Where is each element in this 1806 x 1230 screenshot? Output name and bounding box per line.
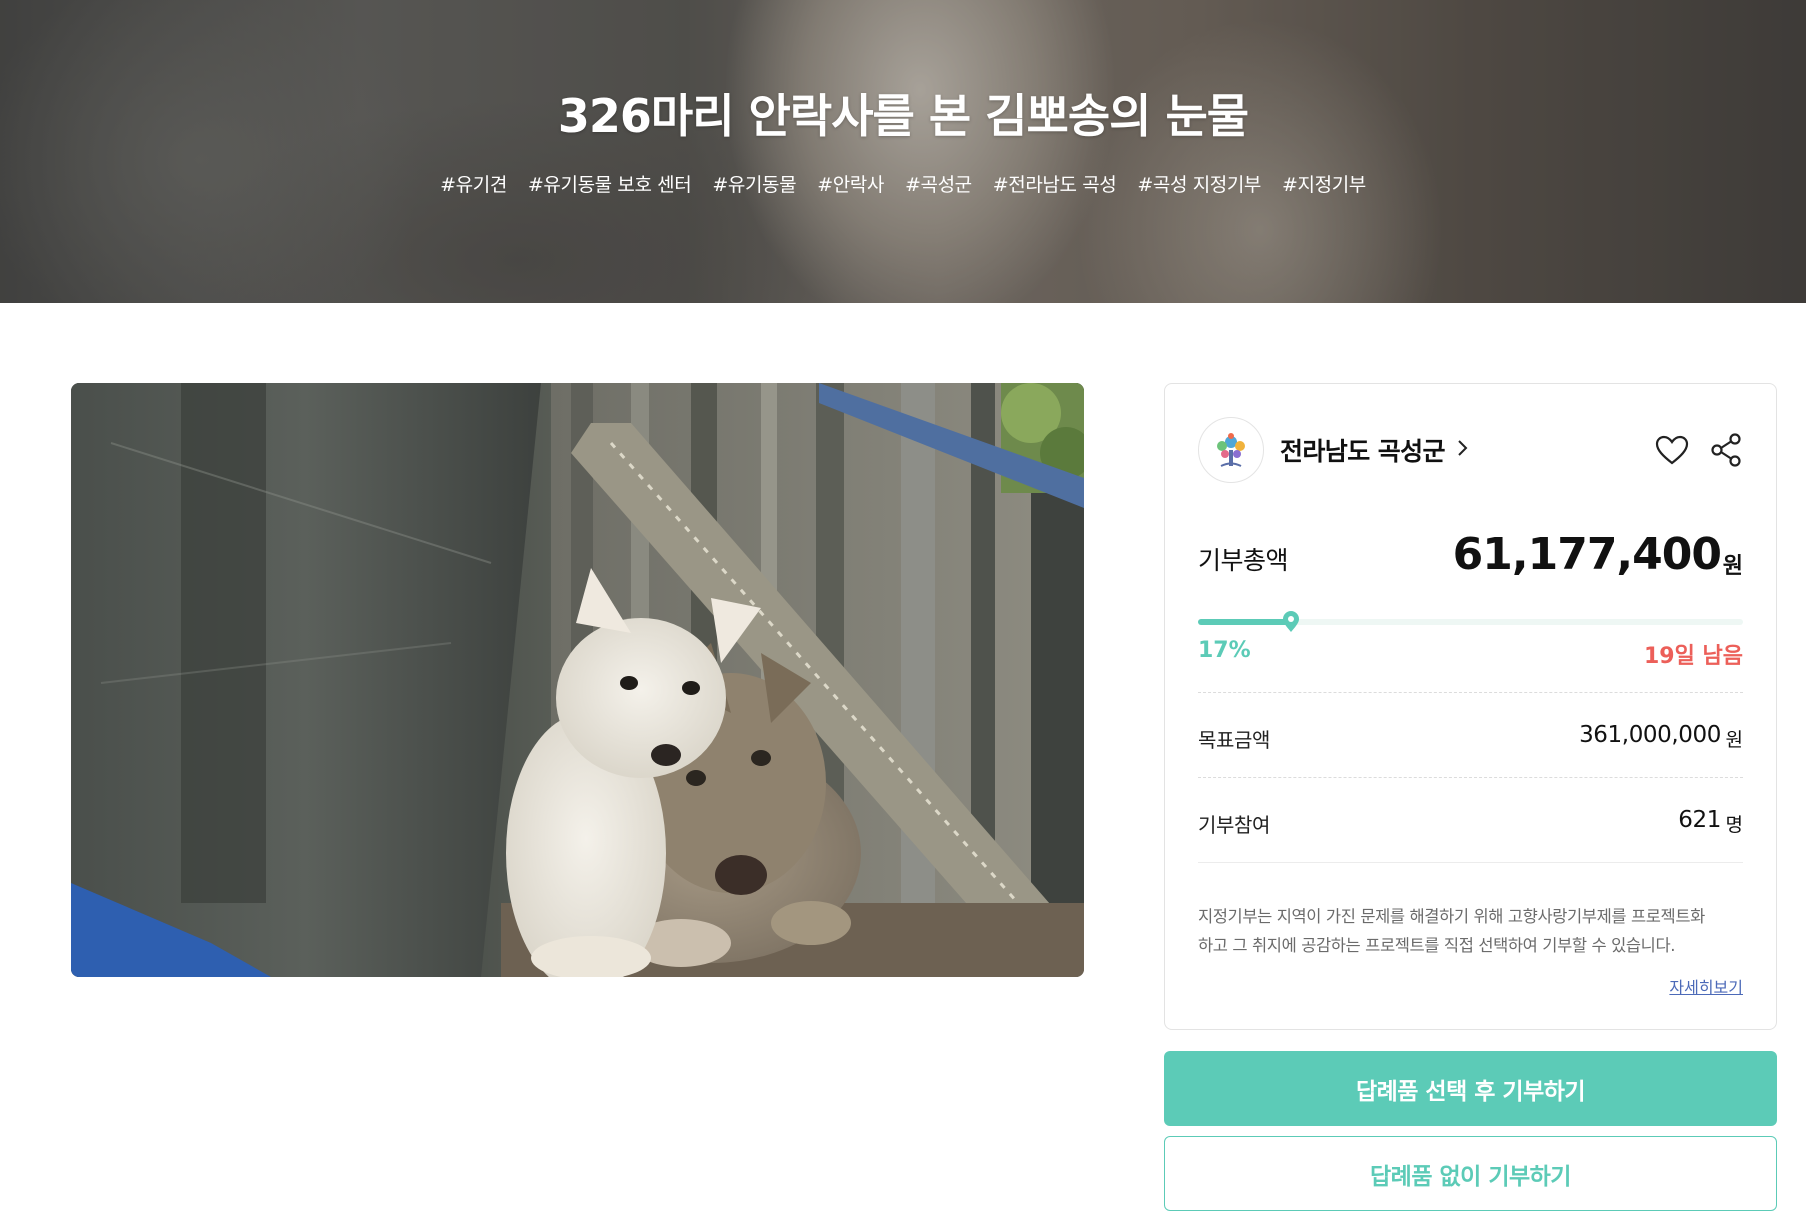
hashtag-link[interactable]: #유기동물 <box>712 170 796 197</box>
total-donation-row: 기부총액 61,177,400 원 <box>1198 529 1743 589</box>
share-icon[interactable] <box>1709 433 1743 467</box>
days-remaining: 19일 남음 <box>1644 644 1743 669</box>
donation-summary-panel: 전라남도 곡성군 기부총액 61,177,400 원 17% 19일 남음 목표… <box>1164 383 1777 1030</box>
goal-amount-unit: 원 <box>1725 729 1743 751</box>
funding-progress-bar <box>1198 611 1743 632</box>
goal-amount-label: 목표금액 <box>1198 728 1270 752</box>
divider <box>1198 692 1743 693</box>
donate-with-gift-button[interactable]: 답례품 선택 후 기부하기 <box>1164 1051 1777 1126</box>
hashtag-link[interactable]: #곡성군 <box>905 170 972 197</box>
hashtag-link[interactable]: #지정기부 <box>1282 170 1366 197</box>
divider <box>1198 862 1743 863</box>
progress-fill <box>1198 619 1291 625</box>
hashtag-link[interactable]: #유기동물 보호 센터 <box>528 170 692 197</box>
description-line: 하고 그 취지에 공감하는 프로젝트를 직접 선택하여 기부할 수 있습니다. <box>1198 936 1676 955</box>
goal-amount-value: 361,000,000 <box>1579 722 1721 748</box>
description-line: 지정기부는 지역이 가진 문제를 해결하기 위해 고향사랑기부제를 프로젝트화 <box>1198 907 1705 926</box>
project-photo <box>71 383 1084 977</box>
more-details-link[interactable]: 자세히보기 <box>1669 974 1743 998</box>
participants-count: 621 <box>1678 807 1721 833</box>
divider <box>1198 777 1743 778</box>
chevron-right-icon[interactable] <box>1457 438 1469 463</box>
hashtag-list: #유기견 #유기동물 보호 센터 #유기동물 #안락사 #곡성군 #전라남도 곡… <box>0 170 1806 197</box>
hashtag-link[interactable]: #전라남도 곡성 <box>993 170 1117 197</box>
progress-percent: 17% <box>1198 638 1251 663</box>
goal-amount-row: 목표금액 361,000,000 원 <box>1198 718 1743 758</box>
map-pin-icon <box>1281 611 1301 633</box>
total-donation-unit: 원 <box>1722 554 1743 579</box>
dogs-photo-illustration <box>71 383 1084 977</box>
hero-overlay <box>0 0 1806 303</box>
total-donation-label: 기부총액 <box>1198 546 1289 575</box>
participants-row: 기부참여 621 명 <box>1198 803 1743 843</box>
organization-name-link[interactable]: 전라남도 곡성군 <box>1280 432 1446 468</box>
page-title: 326마리 안락사를 본 김뽀송의 눈물 <box>557 89 1249 143</box>
organization-actions <box>1655 433 1743 467</box>
heart-icon[interactable] <box>1655 433 1689 467</box>
designated-donation-description: 지정기부는 지역이 가진 문제를 해결하기 위해 고향사랑기부제를 프로젝트화 … <box>1198 902 1743 960</box>
hero-banner: 326마리 안락사를 본 김뽀송의 눈물 #유기견 #유기동물 보호 센터 #유… <box>0 0 1806 303</box>
donate-without-gift-button[interactable]: 답례품 없이 기부하기 <box>1164 1136 1777 1211</box>
participants-unit: 명 <box>1725 814 1743 836</box>
participants-label: 기부참여 <box>1198 813 1270 837</box>
organization-header: 전라남도 곡성군 <box>1198 417 1743 483</box>
hashtag-link[interactable]: #안락사 <box>817 170 884 197</box>
total-donation-amount: 61,177,400 <box>1452 529 1722 580</box>
hashtag-link[interactable]: #곡성 지정기부 <box>1137 170 1261 197</box>
hashtag-link[interactable]: #유기견 <box>440 170 507 197</box>
tree-logo-icon <box>1198 417 1264 483</box>
